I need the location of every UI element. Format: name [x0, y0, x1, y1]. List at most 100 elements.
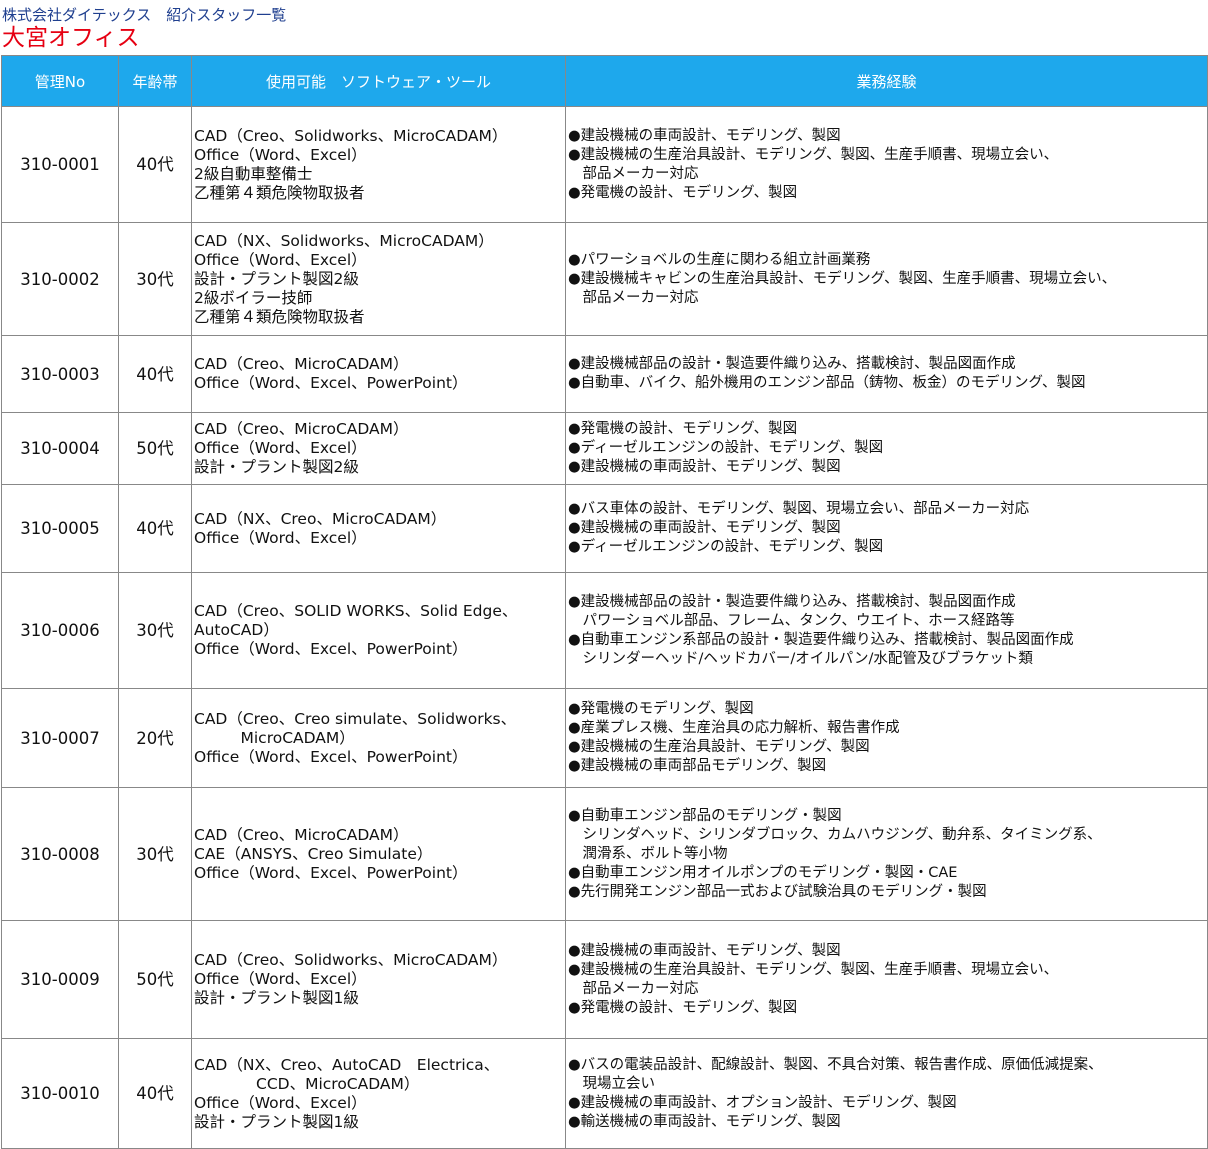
experience-line: ●建設機械の生産治具設計、モデリング、製図、生産手順書、現場立会い、: [568, 146, 1059, 163]
skills-cell: CAD（NX、Solidworks、MicroCADAM） Office（Word…: [191, 222, 566, 336]
experience-line: ●建設機械の車両設計、モデリング、製図: [568, 127, 841, 144]
experience-line: ●自動車エンジン部品のモデリング・製図: [568, 807, 842, 824]
experience-line: パワーショベル部品、フレーム、タンク、ウエイト、ホース経路等: [568, 612, 1015, 629]
table-row: 310-0010 40代 CAD（NX、Creo、AutoCAD Electrica…: [1, 1038, 1208, 1149]
skill-line: Office（Word、Excel）: [194, 145, 367, 164]
experience-cell: ●パワーショベルの生産に関わる組立計画業務 ●建設機械キャビンの生産治具設計、モデ…: [565, 222, 1208, 336]
experience-cell: ●発電機の設計、モデリング、製図 ●ディーゼルエンジンの設計、モデリング、製図 ●建…: [565, 412, 1208, 485]
skill-line: CAD（NX、Creo、MicroCADAM）: [194, 509, 447, 528]
skills-cell: CAD（Creo、Solidworks、MicroCADAM） Office（Wo…: [191, 920, 566, 1039]
skill-line: 2級ボイラー技師: [194, 288, 313, 307]
skill-line: CCD、MicroCADAM）: [194, 1074, 420, 1093]
experience-line: ●先行開発エンジン部品一式および試験治具のモデリング・製図: [568, 883, 987, 900]
skill-line: Office（Word、Excel、PowerPoint）: [194, 747, 468, 766]
table-row: 310-0001 40代 CAD（Creo、Solidworks、MicroCADA…: [1, 106, 1208, 223]
skill-line: AutoCAD）: [194, 621, 279, 639]
skill-line: CAD（Creo、Solidworks、MicroCADAM）: [194, 951, 508, 969]
experience-line: ●建設機械キャビンの生産治具設計、モデリング、製図、生産手順書、現場立会い、: [568, 270, 1117, 287]
skills-cell: CAD（NX、Creo、MicroCADAM） Office（Word、Excel…: [191, 484, 566, 573]
experience-line: ●建設機械部品の設計・製造要件織り込み、搭載検討、製品図面作成: [568, 593, 1016, 610]
age-band-cell: 50代: [118, 920, 192, 1039]
skill-line: 設計・プラント製図2級: [194, 269, 359, 288]
skill-line: MicroCADAM）: [194, 728, 355, 747]
skill-line: CAD（Creo、MicroCADAM）: [194, 825, 409, 844]
table-row: 310-0006 30代 CAD（Creo、SOLID WORKS、Solid Ed…: [1, 572, 1208, 689]
staff-id-cell: 310-0008: [1, 787, 119, 921]
skill-line: Office（Word、Excel、PowerPoint）: [194, 374, 468, 392]
skill-line: 設計・プラント製図1級: [194, 1112, 359, 1131]
skill-line: 乙種第４類危険物取扱者: [194, 307, 365, 326]
experience-line: ●バスの電装品設計、配線設計、製図、不具合対策、報告書作成、原価低減提案、: [568, 1056, 1103, 1073]
skill-line: Office（Word、Excel）: [194, 1093, 367, 1112]
column-header-skills: 使用可能 ソフトウェア・ツール: [191, 55, 566, 107]
column-header-age: 年齢帯: [118, 55, 192, 107]
experience-cell: ●バス車体の設計、モデリング、製図、現場立会い、部品メーカー対応 ●建設機械の車両…: [565, 484, 1208, 573]
experience-line: ●ディーゼルエンジンの設計、モデリング、製図: [568, 539, 884, 555]
age-band-cell: 50代: [118, 412, 192, 485]
age-band-cell: 30代: [118, 222, 192, 336]
experience-cell: ●バスの電装品設計、配線設計、製図、不具合対策、報告書作成、原価低減提案、 現場…: [565, 1038, 1208, 1149]
table-header-row: 管理No 年齢帯 使用可能 ソフトウェア・ツール 業務経験: [1, 55, 1208, 107]
skill-line: Office（Word、Excel、PowerPoint）: [194, 863, 468, 882]
skill-line: 設計・プラント製図1級: [194, 989, 359, 1007]
experience-line: ●建設機械の車両設計、オプション設計、モデリング、製図: [568, 1094, 957, 1111]
age-band-cell: 40代: [118, 106, 192, 223]
experience-line: ●発電機の設計、モデリング、製図: [568, 184, 798, 201]
skill-line: Office（Word、Excel）: [194, 970, 367, 988]
skill-line: Office（Word、Excel、PowerPoint）: [194, 640, 468, 658]
table-row: 310-0009 50代 CAD（Creo、Solidworks、MicroCADA…: [1, 920, 1208, 1039]
experience-line: シリンダーヘッド/ヘッドカバー/オイルパン/水配管及びブラケット類: [568, 650, 1033, 667]
experience-line: 現場立会い: [568, 1075, 655, 1092]
age-band-cell: 30代: [118, 572, 192, 689]
skills-cell: CAD（Creo、Creo simulate、Solidworks、 Micro…: [191, 688, 566, 788]
experience-line: ●自動車、バイク、船外機用のエンジン部品（鋳物、板金）のモデリング、製図: [568, 375, 1086, 391]
age-band-cell: 30代: [118, 787, 192, 921]
skill-line: CAD（Creo、Solidworks、MicroCADAM）: [194, 126, 508, 145]
skills-cell: CAD（Creo、SOLID WORKS、Solid Edge、 AutoCAD）…: [191, 572, 566, 689]
staff-id-cell: 310-0003: [1, 335, 119, 413]
skill-line: Office（Word、Excel）: [194, 528, 367, 547]
experience-line: ●パワーショベルの生産に関わる組立計画業務: [568, 251, 871, 268]
table-row: 310-0003 40代 CAD（Creo、MicroCADAM） Office（Wo…: [1, 335, 1208, 413]
skill-line: CAE（ANSYS、Creo Simulate）: [194, 844, 433, 863]
experience-cell: ●発電機のモデリング、製図 ●産業プレス機、生産治具の応力解析、報告書作成 ●建設機…: [565, 688, 1208, 788]
staff-id-cell: 310-0004: [1, 412, 119, 485]
column-header-id: 管理No: [1, 55, 119, 107]
age-band-cell: 40代: [118, 1038, 192, 1149]
experience-line: ●自動車エンジン用オイルポンプのモデリング・製図・CAE: [568, 864, 958, 881]
office-title: 大宮オフィス: [2, 25, 140, 51]
experience-line: 部品メーカー対応: [568, 980, 699, 997]
page-header: 株式会社ダイテックス 紹介スタッフ一覧 大宮オフィス: [0, 0, 1208, 52]
experience-cell: ●建設機械の車両設計、モデリング、製図 ●建設機械の生産治具設計、モデリング、製図…: [565, 920, 1208, 1039]
table-row: 310-0007 20代 CAD（Creo、Creo simulate、Solidw…: [1, 688, 1208, 788]
staff-id-cell: 310-0009: [1, 920, 119, 1039]
table-row: 310-0005 40代 CAD（NX、Creo、MicroCADAM） Office…: [1, 484, 1208, 573]
experience-line: 部品メーカー対応: [568, 165, 699, 182]
skill-line: CAD（Creo、SOLID WORKS、Solid Edge、: [194, 602, 518, 620]
experience-line: ●建設機械の車両設計、モデリング、製図: [568, 520, 841, 536]
staff-id-cell: 310-0002: [1, 222, 119, 336]
experience-line: ●建設機械の車両設計、モデリング、製図: [568, 459, 841, 475]
staff-id-cell: 310-0006: [1, 572, 119, 689]
table-row: 310-0002 30代 CAD（NX、Solidworks、MicroCADAM）…: [1, 222, 1208, 336]
skills-cell: CAD（Creo、MicroCADAM） Office（Word、Excel、Po…: [191, 335, 566, 413]
column-header-experience: 業務経験: [565, 55, 1208, 107]
skill-line: CAD（NX、Creo、AutoCAD Electrica、: [194, 1055, 500, 1074]
skill-line: CAD（Creo、MicroCADAM）: [194, 420, 409, 438]
experience-line: ●産業プレス機、生産治具の応力解析、報告書作成: [568, 720, 900, 736]
skill-line: 2級自動車整備士: [194, 164, 313, 183]
experience-line: ●発電機のモデリング、製図: [568, 701, 754, 717]
skills-cell: CAD（Creo、MicroCADAM） Office（Word、Excel） 設計…: [191, 412, 566, 485]
skill-line: 乙種第４類危険物取扱者: [194, 183, 365, 202]
staff-table: 管理No 年齢帯 使用可能 ソフトウェア・ツール 業務経験 310-0001 40…: [1, 55, 1208, 1149]
staff-table-body: 310-0001 40代 CAD（Creo、Solidworks、MicroCADA…: [1, 106, 1208, 1149]
experience-line: ●発電機の設計、モデリング、製図: [568, 999, 798, 1016]
staff-id-cell: 310-0005: [1, 484, 119, 573]
experience-line: ●建設機械の車両部品モデリング、製図: [568, 758, 827, 774]
experience-cell: ●建設機械部品の設計・製造要件織り込み、搭載検討、製品図面作成 パワーショベル部…: [565, 572, 1208, 689]
experience-line: ●輸送機械の車両設計、モデリング、製図: [568, 1113, 841, 1130]
staff-id-cell: 310-0010: [1, 1038, 119, 1149]
staff-id-cell: 310-0001: [1, 106, 119, 223]
experience-line: 潤滑系、ボルト等小物: [568, 845, 728, 862]
experience-line: ●自動車エンジン系部品の設計・製造要件織り込み、搭載検討、製品図面作成: [568, 631, 1074, 648]
